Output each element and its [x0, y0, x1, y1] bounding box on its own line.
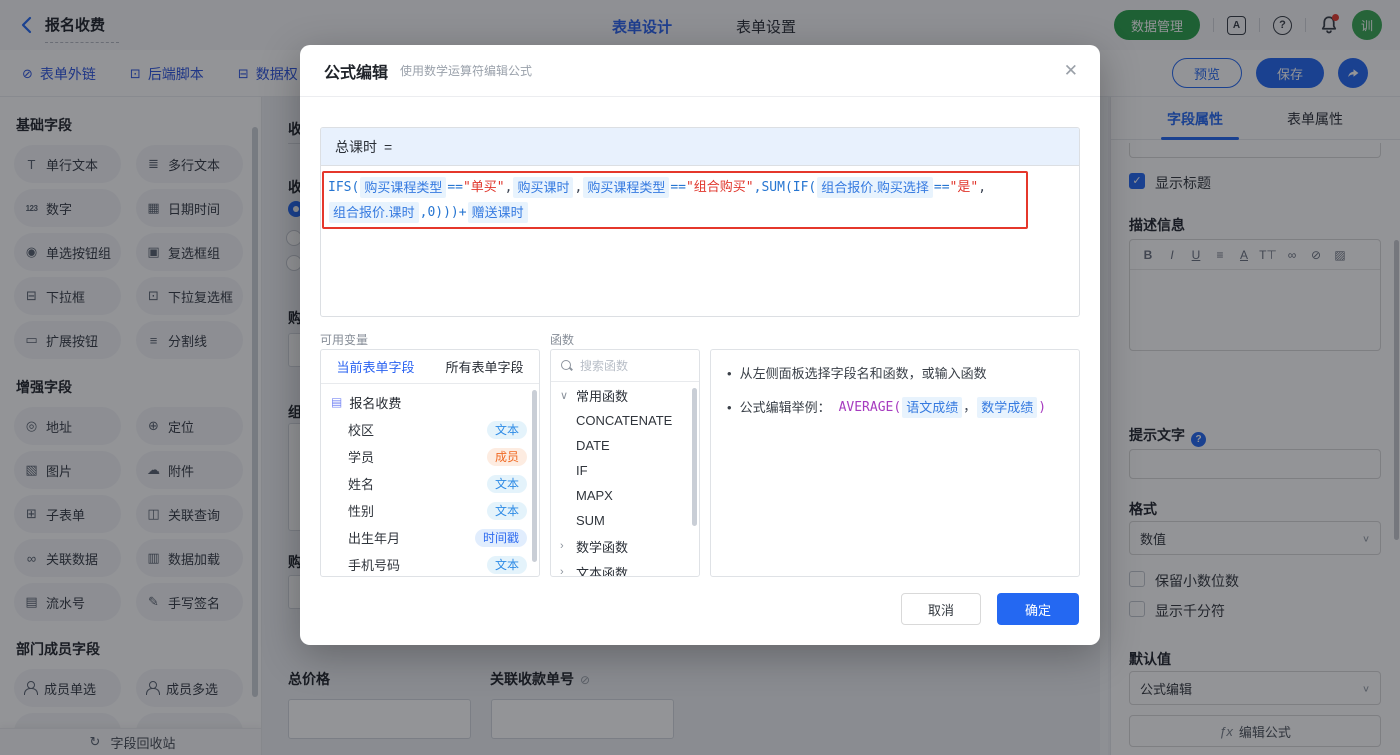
bullet: •: [727, 366, 732, 381]
variable-item[interactable]: 学员 成员: [321, 443, 539, 470]
function-item[interactable]: IF: [551, 458, 699, 483]
function-group[interactable]: › 文本函数: [551, 559, 699, 577]
variable-type-badge: 文本: [486, 501, 527, 520]
formula-field-chip[interactable]: 组合报价.课时: [329, 202, 419, 223]
variable-item[interactable]: 校区 文本: [321, 416, 539, 443]
function-group-label: 数学函数: [576, 539, 629, 555]
formula-token: "是": [949, 180, 979, 195]
variables-scrollbar[interactable]: [532, 390, 537, 562]
cancel-button[interactable]: 取消: [901, 593, 981, 625]
variable-type-badge: 成员: [486, 447, 527, 466]
form-doc-icon: ▤: [331, 395, 343, 409]
formula-token: ,0)))+: [419, 205, 467, 220]
function-group-label: 常用函数: [576, 388, 629, 404]
variable-name: 性别: [348, 504, 375, 519]
formula-token: "单买": [462, 180, 505, 195]
example-token: ，: [963, 399, 977, 415]
formula-token: ==: [670, 180, 686, 195]
formula-target-bar: 总课时 =: [321, 128, 1079, 166]
help-example-formula: AVERAGE(语文成绩，数学成绩): [838, 395, 1047, 420]
tab-all-form-fields[interactable]: 所有表单字段: [430, 350, 539, 383]
variable-item[interactable]: 出生年月 时间戳: [321, 524, 539, 551]
formula-token: ==: [447, 180, 463, 195]
functions-tree: ∨ 常用函数 CONCATENATE DATE IF MAPX SUM › 数学函数 › 文本函数: [551, 382, 699, 577]
example-field-chip: 数学成绩: [977, 397, 1038, 418]
variable-name: 学员: [348, 450, 375, 465]
app-screen: 报名收费 表单设计 表单设置 数据管理 A ? 训 ⊘ 表单外链 ⊡ 后端脚本 ⊟ 数据权…: [0, 0, 1400, 755]
variables-root-label: 报名收费: [349, 395, 402, 411]
variable-type-badge: 时间戳: [474, 528, 527, 547]
formula-token: ,: [574, 180, 583, 195]
variable-name: 校区: [348, 423, 375, 438]
function-search: [551, 350, 699, 382]
formula-field-chip[interactable]: 购买课时: [513, 177, 574, 198]
formula-target-name: 总课时: [335, 138, 377, 155]
formula-edit-modal: 公式编辑 使用数学运算符编辑公式 ✕ 总课时 = IFS(购买课程类型 == "单买…: [300, 45, 1100, 645]
help-example: • 公式编辑举例： AVERAGE(语文成绩，数学成绩): [727, 395, 1063, 420]
help-tip: • 从左侧面板选择字段名和函数，或输入函数: [727, 364, 1063, 384]
variables-list: 校区 文本 学员 成员 姓名 文本 性别 文本 出生年月 时间戳 手机号码 文本: [321, 416, 539, 576]
function-item[interactable]: CONCATENATE: [551, 408, 699, 433]
chevron-down-icon: ∨: [560, 389, 569, 402]
help-tip-text: 从左侧面板选择字段名和函数，或输入函数: [739, 366, 987, 381]
function-item[interactable]: MAPX: [551, 483, 699, 508]
modal-title: 公式编辑: [324, 64, 389, 82]
variables-root-item[interactable]: ▤ 报名收费: [321, 388, 539, 416]
close-icon[interactable]: ✕: [1064, 61, 1078, 81]
help-example-prefix: 公式编辑举例：: [739, 399, 831, 415]
variables-section-label: 可用变量: [320, 333, 369, 347]
function-search-input[interactable]: [580, 358, 675, 373]
variable-item[interactable]: 性别 文本: [321, 497, 539, 524]
functions-panel: ∨ 常用函数 CONCATENATEDATEIFMAPXSUM › 数学函数 › 文本函数: [550, 349, 700, 577]
modal-subtitle: 使用数学运算符编辑公式: [400, 64, 533, 78]
variable-name: 手机号码: [348, 558, 401, 573]
variable-name: 出生年月: [348, 531, 401, 546]
variable-type-badge: 文本: [486, 474, 527, 493]
example-field-chip: 语文成绩: [902, 397, 963, 418]
formula-field-chip[interactable]: 赠送课时: [467, 202, 528, 223]
formula-token: ,: [978, 180, 987, 195]
function-item[interactable]: DATE: [551, 433, 699, 458]
formula-field-chip[interactable]: 组合报价.购买选择: [817, 177, 933, 198]
variables-panel: 当前表单字段 所有表单字段 ▤ 报名收费 校区 文本 学员 成员 姓名 文本 性别 文本 出生年…: [320, 349, 540, 577]
formula-token: ==: [933, 180, 950, 195]
tab-current-form-fields[interactable]: 当前表单字段: [321, 350, 430, 383]
function-group[interactable]: › 数学函数: [551, 533, 699, 559]
chevron-right-icon: ›: [560, 566, 564, 577]
example-token: AVERAGE(: [838, 399, 902, 415]
formula-token: "组合购买": [685, 180, 754, 195]
equals-sign: =: [384, 138, 393, 155]
variable-item[interactable]: 手机号码 文本: [321, 551, 539, 576]
example-token: ): [1038, 399, 1047, 415]
function-group-label: 文本函数: [576, 565, 629, 577]
formula-token: ,: [504, 180, 513, 195]
formula-annotation-box[interactable]: IFS(购买课程类型 == "单买", 购买课时, 购买课程类型 == "组合购买" ,SUM…: [322, 171, 1028, 229]
confirm-button[interactable]: 确定: [997, 593, 1079, 625]
modal-header: 公式编辑 使用数学运算符编辑公式: [300, 45, 1100, 97]
formula-field-chip[interactable]: 购买课程类型: [360, 177, 447, 198]
function-group[interactable]: ∨ 常用函数: [551, 382, 699, 408]
formula-token: ,SUM(IF(: [753, 180, 817, 195]
formula-token: IFS(: [328, 180, 360, 195]
function-item[interactable]: SUM: [551, 508, 699, 533]
chevron-right-icon: ›: [560, 540, 564, 552]
variables-tabs: 当前表单字段 所有表单字段: [321, 350, 539, 384]
formula-field-chip[interactable]: 购买课程类型: [583, 177, 670, 198]
variable-type-badge: 文本: [486, 420, 527, 439]
variable-name: 姓名: [348, 477, 375, 492]
functions-section-label: 函数: [550, 333, 575, 347]
variable-item[interactable]: 姓名 文本: [321, 470, 539, 497]
variable-type-badge: 文本: [486, 555, 527, 574]
functions-scrollbar[interactable]: [692, 388, 697, 526]
bullet: •: [727, 399, 732, 415]
search-icon: [561, 359, 573, 372]
formula-help-panel: • 从左侧面板选择字段名和函数，或输入函数 • 公式编辑举例： AVERAGE(…: [710, 349, 1080, 577]
